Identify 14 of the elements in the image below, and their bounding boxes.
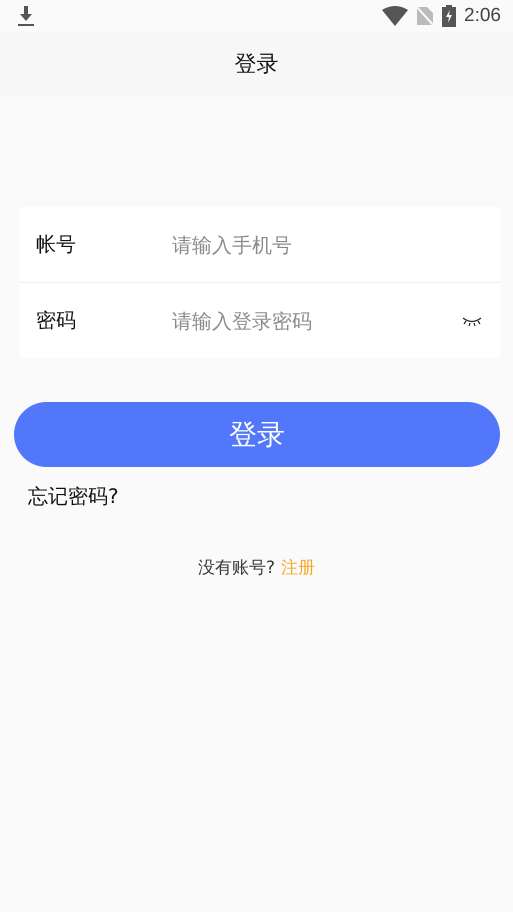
field-label: 帐号 bbox=[36, 231, 77, 258]
closed-eye-icon[interactable] bbox=[462, 314, 482, 326]
download-icon bbox=[17, 5, 35, 27]
clock-time: 2:06 bbox=[464, 5, 501, 27]
input-field[interactable]: 请输入手机号 bbox=[172, 232, 482, 256]
battery-icon bbox=[442, 5, 456, 27]
no-sim-icon bbox=[416, 6, 434, 26]
register-prompt: 没有账号? bbox=[198, 557, 276, 579]
field-label: 密码 bbox=[36, 307, 77, 334]
input-field[interactable]: 请输入登录密码 bbox=[172, 308, 462, 332]
wifi-icon bbox=[382, 6, 408, 26]
login-button[interactable]: 登录 bbox=[14, 402, 500, 467]
page-title: 登录 bbox=[234, 51, 278, 79]
forgot-password-link[interactable]: 忘记密码? bbox=[28, 484, 119, 508]
